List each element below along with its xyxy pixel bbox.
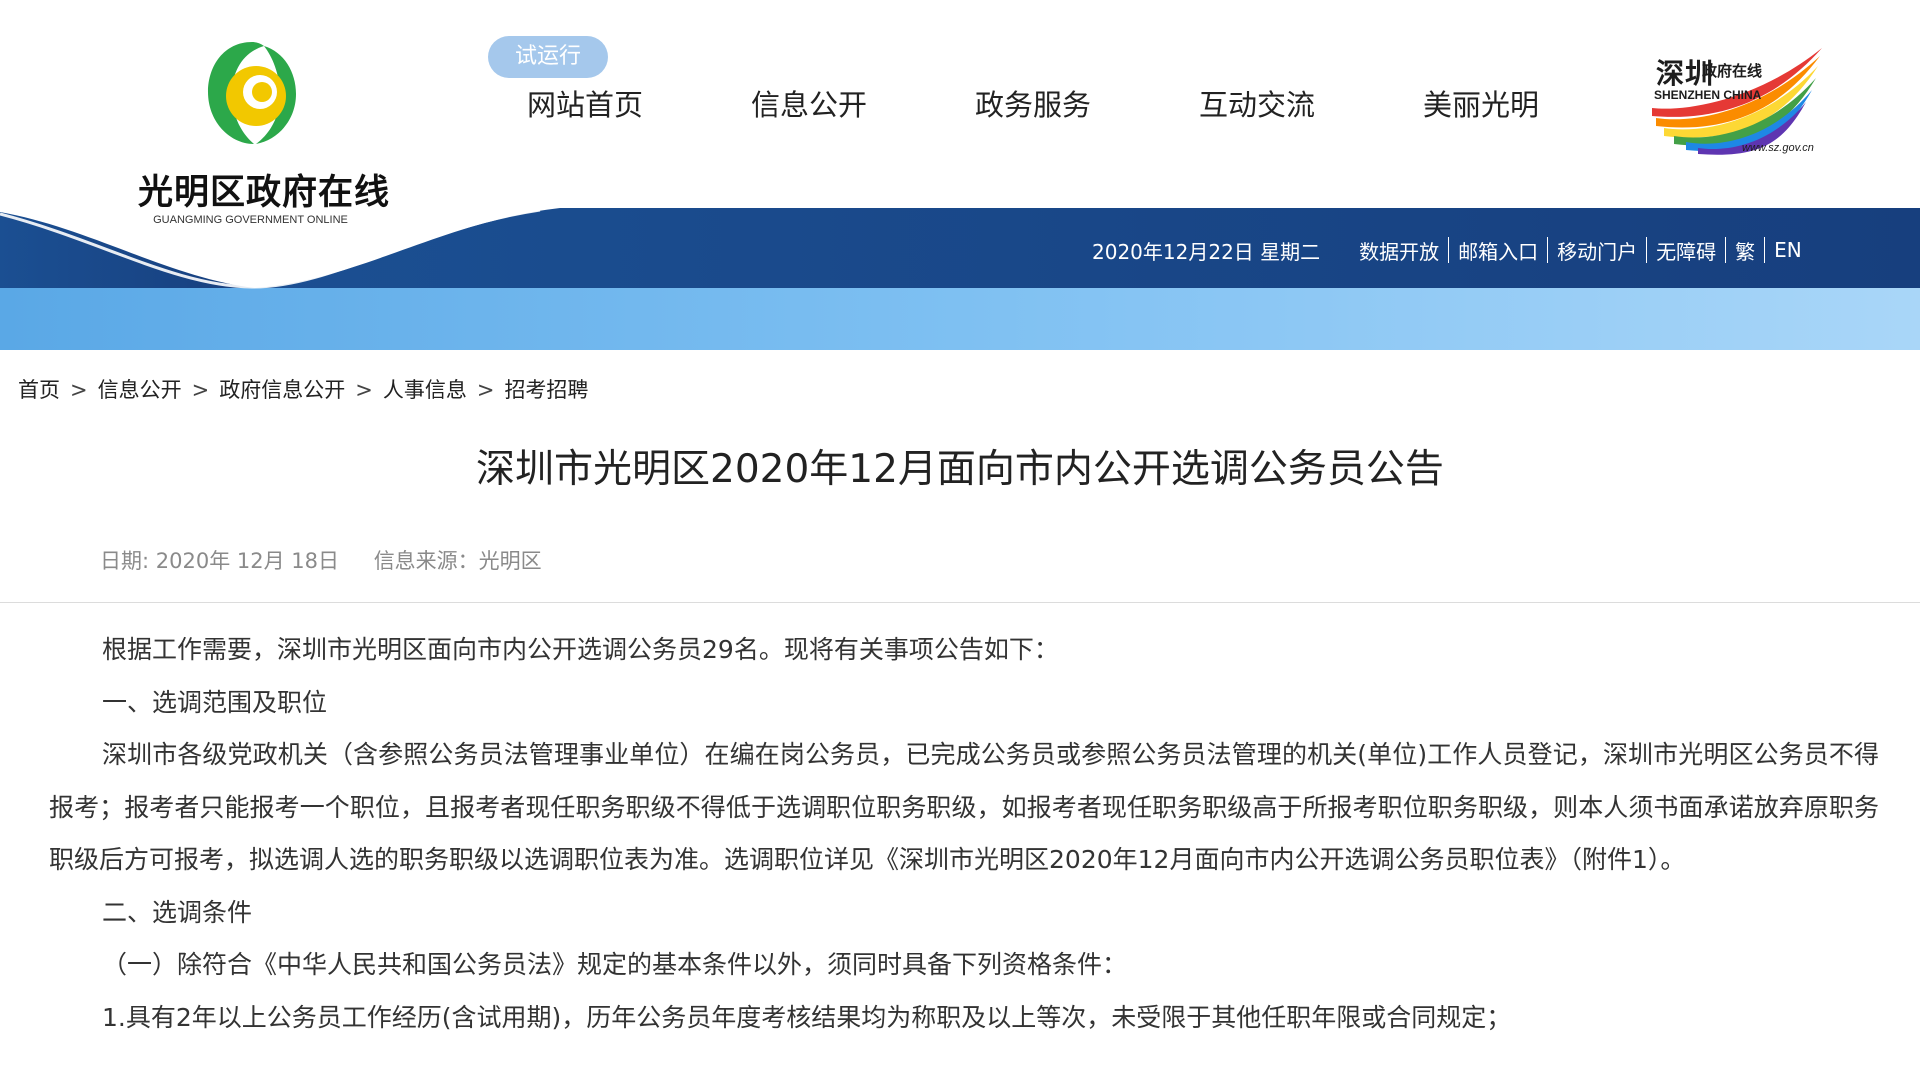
- article-paragraph: （一）除符合《中华人民共和国公务员法》规定的基本条件以外，须同时具备下列资格条件…: [102, 950, 1128, 979]
- article-body: 根据工作需要，深圳市光明区面向市内公开选调公务员29名。现将有关事项公告如下： …: [49, 624, 1879, 1044]
- nav-item-home[interactable]: 网站首页: [495, 78, 675, 132]
- article-section-heading: 一、选调范围及职位: [102, 687, 328, 717]
- breadcrumb-separator: >: [191, 378, 210, 402]
- site-logo-subtitle: GUANGMING GOVERNMENT ONLINE: [153, 214, 348, 226]
- shenzhen-logo-en: SHENZHEN CHINA: [1654, 88, 1762, 102]
- link-accessibility[interactable]: 无障碍: [1647, 236, 1725, 265]
- guangming-logo-icon: [208, 42, 296, 144]
- breadcrumb-separator: >: [355, 378, 373, 402]
- nav-item-info-disclosure[interactable]: 信息公开: [719, 78, 899, 132]
- article-section-heading: 二、选调条件: [102, 897, 253, 927]
- article-paragraph: 1.具有2年以上公务员工作经历(含试用期)，历年公务员年度考核结果均为称职及以上…: [102, 1002, 1512, 1032]
- current-date: 2020年12月22日 星期二: [1092, 239, 1321, 264]
- site-header: 光明区政府在线 GUANGMING GOVERNMENT ONLINE 试运行 …: [0, 0, 1920, 350]
- link-english[interactable]: EN: [1765, 238, 1811, 262]
- divider: [0, 602, 1920, 603]
- shenzhen-logo-cn-small: 政府在线: [1702, 62, 1763, 80]
- breadcrumb-home[interactable]: 首页: [18, 378, 60, 402]
- breadcrumb-gov-info-disclosure[interactable]: 政府信息公开: [219, 378, 345, 402]
- breadcrumb-separator: >: [476, 378, 495, 402]
- shenzhen-gov-logo[interactable]: 深圳 政府在线 SHENZHEN CHINA www.sz.gov.cn: [1650, 46, 1825, 158]
- site-logo[interactable]: 光明区政府在线 GUANGMING GOVERNMENT ONLINE: [138, 34, 391, 239]
- trial-run-badge: 试运行: [488, 36, 608, 78]
- breadcrumb-separator: >: [70, 378, 88, 402]
- nav-item-beautiful-guangming[interactable]: 美丽光明: [1391, 78, 1571, 132]
- breadcrumb: 首页 > 信息公开 > 政府信息公开 > 人事信息 > 招考招聘: [18, 374, 588, 404]
- breadcrumb-recruitment[interactable]: 招考招聘: [504, 378, 588, 402]
- article-source: 信息来源：光明区: [373, 549, 542, 573]
- article-paragraph: 根据工作需要，深圳市光明区面向市内公开选调公务员29名。现将有关事项公告如下：: [102, 635, 1059, 664]
- link-mobile-portal[interactable]: 移动门户: [1548, 236, 1646, 265]
- article-date: 日期: 2020年 12月 18日: [100, 549, 339, 573]
- link-mailbox[interactable]: 邮箱入口: [1449, 236, 1547, 265]
- page: 光明区政府在线 GUANGMING GOVERNMENT ONLINE 试运行 …: [0, 0, 1920, 1080]
- article-paragraph: 深圳市各级党政机关（含参照公务员法管理事业单位）在编在岗公务员，已完成公务员或参…: [49, 740, 1879, 874]
- breadcrumb-info-disclosure[interactable]: 信息公开: [98, 378, 182, 402]
- nav-item-interaction[interactable]: 互动交流: [1167, 78, 1347, 132]
- site-logo-title: 光明区政府在线: [138, 173, 391, 213]
- breadcrumb-personnel-info[interactable]: 人事信息: [383, 378, 467, 402]
- article-meta: 日期: 2020年 12月 18日 信息来源：光明区: [100, 545, 570, 575]
- link-open-data[interactable]: 数据开放: [1350, 236, 1448, 265]
- utility-bar: 2020年12月22日 星期二 数据开放 邮箱入口 移动门户 无障碍 繁 EN: [1092, 232, 1811, 268]
- link-traditional-chinese[interactable]: 繁: [1726, 236, 1764, 265]
- article-title: 深圳市光明区2020年12月面向市内公开选调公务员公告: [476, 447, 1444, 492]
- shenzhen-logo-url: www.sz.gov.cn: [1742, 142, 1814, 154]
- nav-item-government-services[interactable]: 政务服务: [943, 78, 1123, 132]
